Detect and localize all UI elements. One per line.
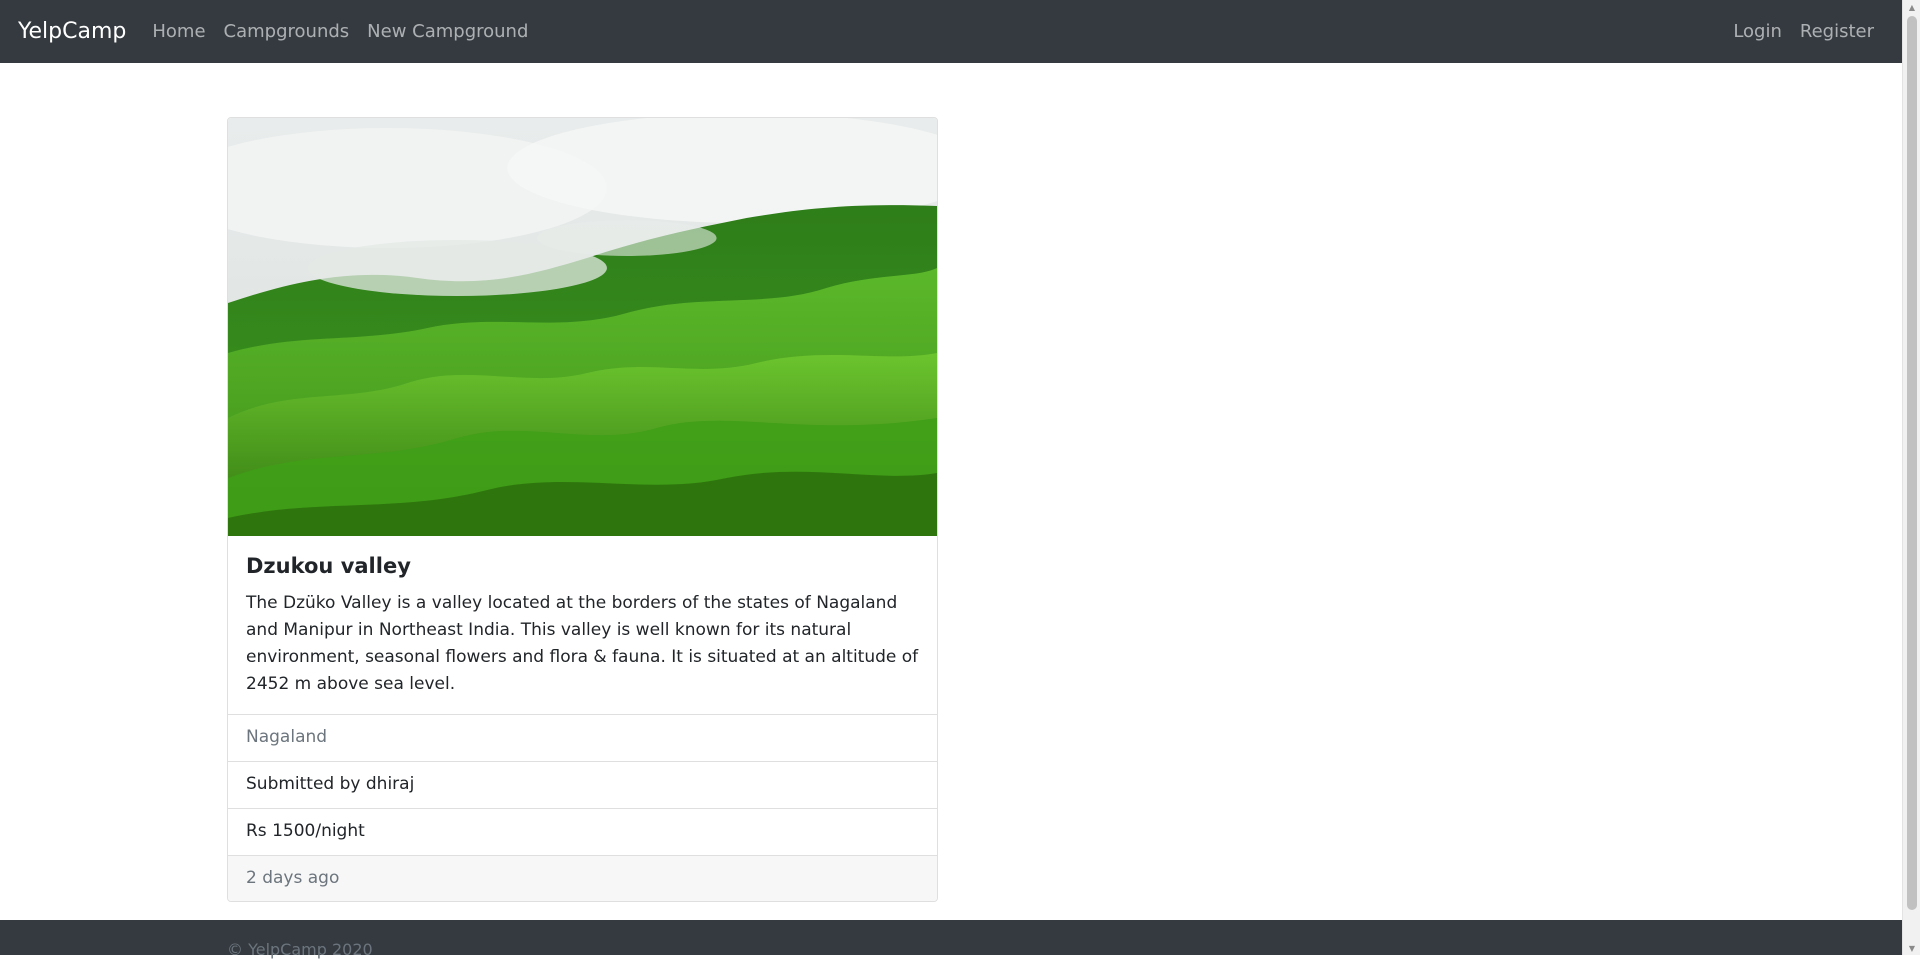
page-footer: © YelpCamp 2020	[0, 920, 1902, 959]
nav-link-login[interactable]: Login	[1733, 21, 1782, 42]
brand-link[interactable]: YelpCamp	[18, 19, 126, 44]
nav-link-campgrounds[interactable]: Campgrounds	[224, 21, 350, 42]
campground-card: Dzukou valley The Dzüko Valley is a vall…	[227, 117, 938, 902]
nav-auth-links: Login Register	[1715, 21, 1884, 42]
campground-location: Nagaland	[228, 714, 937, 761]
campground-submitted-by: Submitted by dhiraj	[228, 761, 937, 808]
page-scrollbar[interactable]: ▲ ▼	[1902, 0, 1920, 955]
scroll-up-arrow-icon[interactable]: ▲	[1903, 0, 1920, 14]
footer-copyright: © YelpCamp 2020	[227, 940, 373, 959]
top-navbar: YelpCamp Home Campgrounds New Campground…	[0, 0, 1902, 63]
campground-price: Rs 1500/night	[228, 808, 937, 855]
campground-title: Dzukou valley	[246, 554, 411, 578]
scroll-down-arrow-icon[interactable]: ▼	[1903, 941, 1920, 955]
campground-description: The Dzüko Valley is a valley located at …	[246, 593, 919, 694]
nav-link-new-campground[interactable]: New Campground	[367, 21, 528, 42]
campground-image	[228, 118, 937, 536]
card-body: Dzukou valley The Dzüko Valley is a vall…	[228, 536, 937, 714]
scroll-thumb[interactable]	[1907, 16, 1917, 910]
nav-link-home[interactable]: Home	[152, 21, 205, 42]
campground-posted-time: 2 days ago	[228, 855, 937, 901]
nav-link-register[interactable]: Register	[1800, 21, 1874, 42]
